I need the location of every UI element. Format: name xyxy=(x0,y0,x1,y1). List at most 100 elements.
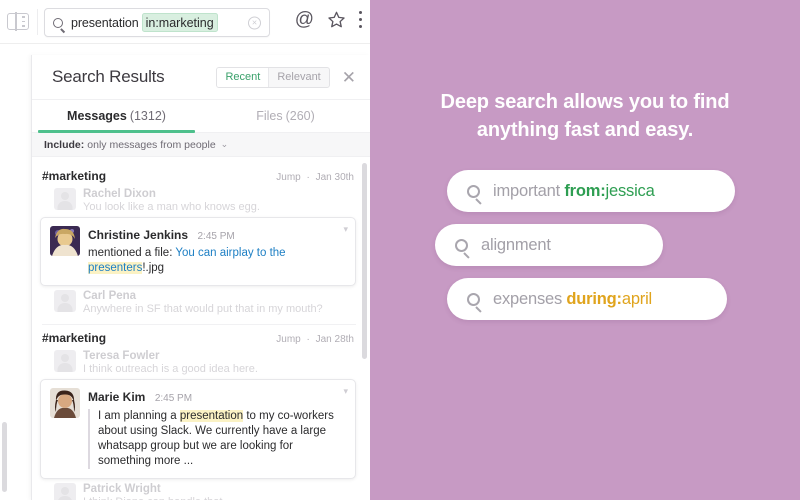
pill-term: important xyxy=(493,181,565,200)
result-group: #marketing Jump · Jan 30th Rachel Dixon … xyxy=(32,163,370,325)
context-message-after: Patrick Wright I think Diane can handle … xyxy=(32,482,370,500)
more-options-icon[interactable] xyxy=(359,11,362,28)
tab-files[interactable]: Files (260) xyxy=(201,100,370,132)
sort-option-relevant[interactable]: Relevant xyxy=(268,67,328,87)
avatar xyxy=(54,350,76,372)
message-meta: Christine Jenkins 2:45 PM xyxy=(88,226,345,244)
context-message-before: Teresa Fowler I think outreach is a good… xyxy=(32,349,370,376)
group-header: #marketing Jump · Jan 28th xyxy=(32,325,370,349)
example-search-pill[interactable]: expenses during:april xyxy=(447,278,727,320)
group-date: Jan 28th xyxy=(315,334,354,345)
channel-name[interactable]: #marketing xyxy=(42,169,276,183)
page-scrollbar[interactable] xyxy=(2,422,7,492)
include-value: only messages from people xyxy=(87,138,216,151)
star-icon[interactable] xyxy=(327,10,346,29)
result-tabs: Messages (1312) Files (260) xyxy=(32,100,370,133)
avatar xyxy=(54,290,76,312)
search-query-text: presentation xyxy=(71,15,139,30)
slack-app-pane: presentation in:marketing × @ Search Res… xyxy=(0,0,370,500)
message-suffix: !.jpg xyxy=(142,262,165,274)
sort-option-recent[interactable]: Recent xyxy=(217,67,269,87)
message-time: 2:45 PM xyxy=(197,231,235,242)
pill-term: expenses xyxy=(493,289,567,308)
include-label: Include: xyxy=(44,138,85,151)
separator: · xyxy=(306,334,310,345)
group-date: Jan 30th xyxy=(315,172,354,183)
tab-messages-count: (1312) xyxy=(129,109,166,123)
tab-files-count: (260) xyxy=(285,109,315,123)
chevron-down-icon[interactable]: ⌄ xyxy=(221,139,229,150)
separator: · xyxy=(306,172,310,183)
pill-modifier-value: jessica xyxy=(605,181,655,200)
chevron-updown-icon[interactable]: ▾ xyxy=(343,387,348,396)
channel-name[interactable]: #marketing xyxy=(42,331,276,345)
search-icon xyxy=(467,184,480,198)
context-message-before: Rachel Dixon You look like a man who kno… xyxy=(32,187,370,214)
app-root: presentation in:marketing × @ Search Res… xyxy=(0,0,800,500)
jump-link[interactable]: Jump · Jan 28th xyxy=(276,334,354,345)
context-text: Anywhere in SF that would put that in my… xyxy=(83,303,323,315)
search-icon xyxy=(455,238,468,252)
context-author: Rachel Dixon xyxy=(83,188,156,200)
message-text: mentioned a file: You can airplay to the… xyxy=(88,246,345,276)
search-highlight: presentation xyxy=(179,410,244,422)
chevron-updown-icon[interactable]: ▾ xyxy=(343,225,348,234)
tab-messages[interactable]: Messages (1312) xyxy=(32,100,201,133)
file-link[interactable]: You can airplay to the xyxy=(175,247,285,259)
message-prefix: mentioned a file: xyxy=(88,247,176,259)
context-text: I think Diane can handle that. xyxy=(83,496,354,500)
search-icon xyxy=(467,292,480,306)
search-result-message[interactable]: Marie Kim 2:45 PM I am planning a presen… xyxy=(40,379,356,479)
pill-term: alignment xyxy=(481,235,551,254)
close-icon[interactable]: ✕ xyxy=(340,69,358,86)
group-header: #marketing Jump · Jan 30th xyxy=(32,163,370,187)
jump-label: Jump xyxy=(276,334,301,345)
example-search-pill[interactable]: important from:jessica xyxy=(447,170,735,212)
message-author: Marie Kim xyxy=(88,390,146,404)
include-filter[interactable]: Include: only messages from people ⌄ xyxy=(32,133,370,157)
page-title: Search Results xyxy=(52,67,165,86)
results-list: #marketing Jump · Jan 30th Rachel Dixon … xyxy=(32,157,370,500)
example-search-pills: important from:jessica alignment expense… xyxy=(435,170,735,320)
pill-modifier-value: april xyxy=(621,289,653,308)
at-mention-icon[interactable]: @ xyxy=(295,10,314,29)
pill-text: important from:jessica xyxy=(493,182,655,201)
toolbar-divider xyxy=(37,8,38,35)
context-author: Carl Pena xyxy=(83,290,137,302)
search-highlight: presenters xyxy=(88,262,143,274)
promo-pane: Deep search allows you to find anything … xyxy=(370,0,800,500)
avatar xyxy=(54,483,76,500)
context-message-after: Carl Pena Anywhere in SF that would put … xyxy=(32,289,370,316)
search-filter-token[interactable]: in:marketing xyxy=(141,13,218,32)
context-text: You look like a man who knows egg. xyxy=(83,201,260,213)
promo-headline: Deep search allows you to find anything … xyxy=(405,88,765,144)
example-search-pill[interactable]: alignment xyxy=(435,224,663,266)
search-results-header: Search Results Recent Relevant ✕ xyxy=(32,55,370,100)
sidebar-toggle-icon[interactable] xyxy=(7,12,29,31)
pill-modifier: during: xyxy=(566,289,622,308)
result-group: #marketing Jump · Jan 28th Teresa Fowler… xyxy=(32,325,370,500)
headline-line-2: anything fast and easy. xyxy=(476,119,694,141)
toolbar-icons: @ xyxy=(295,10,362,29)
avatar xyxy=(50,226,80,256)
pill-text: expenses during:april xyxy=(493,290,652,309)
search-input[interactable]: presentation in:marketing × xyxy=(44,8,270,37)
pill-text: alignment xyxy=(481,236,551,255)
context-author: Patrick Wright xyxy=(83,483,161,495)
jump-label: Jump xyxy=(276,172,301,183)
results-scrollbar[interactable] xyxy=(362,163,367,359)
avatar xyxy=(50,388,80,418)
message-time: 2:45 PM xyxy=(154,393,193,404)
avatar xyxy=(54,188,76,210)
message-prefix: I am planning a xyxy=(98,410,180,422)
message-author: Christine Jenkins xyxy=(88,228,189,242)
message-meta: Marie Kim 2:45 PM xyxy=(88,388,345,406)
pill-modifier: from: xyxy=(564,181,606,200)
context-text: I think outreach is a good idea here. xyxy=(83,363,258,375)
jump-link[interactable]: Jump · Jan 30th xyxy=(276,172,354,183)
top-bar: presentation in:marketing × @ xyxy=(0,0,370,44)
tab-files-label: Files xyxy=(256,109,283,123)
clear-search-icon[interactable]: × xyxy=(248,16,261,29)
sort-toggle[interactable]: Recent Relevant xyxy=(216,66,330,88)
search-result-message[interactable]: Christine Jenkins 2:45 PM mentioned a fi… xyxy=(40,217,356,286)
